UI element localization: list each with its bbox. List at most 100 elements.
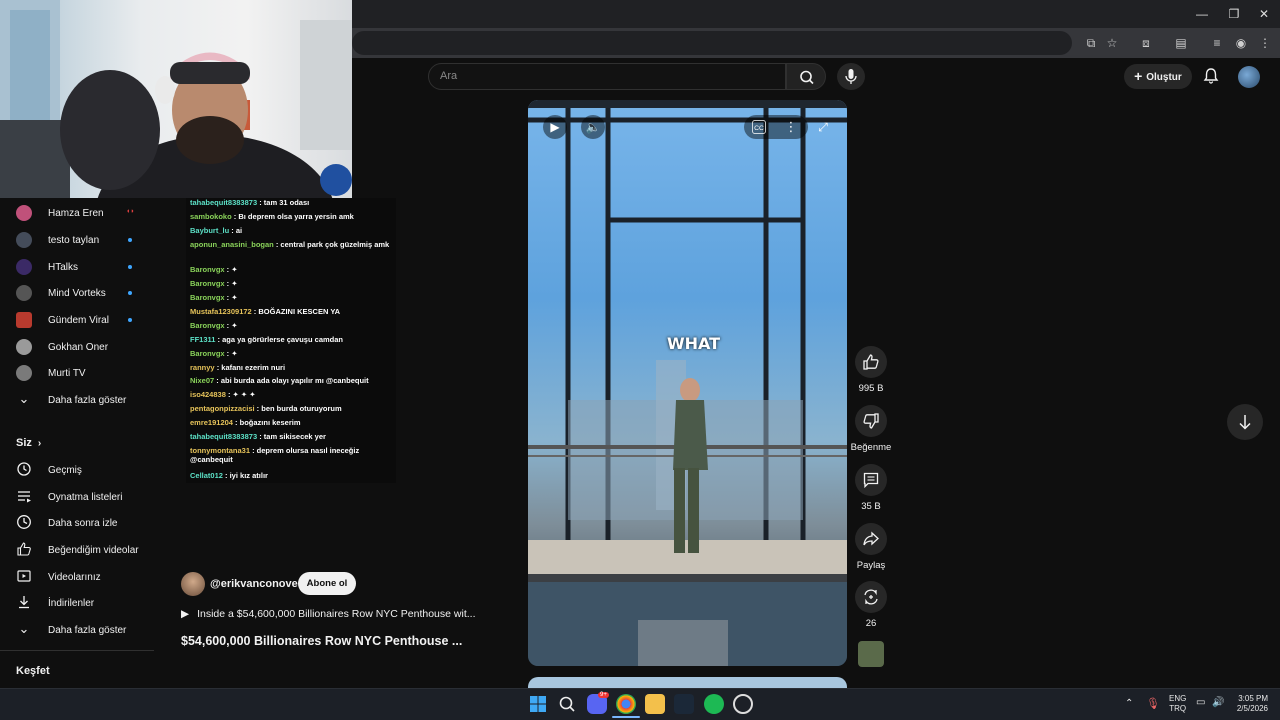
dislike-label: Beğenme — [850, 442, 892, 453]
chat-username[interactable]: Cellat012 — [190, 471, 223, 480]
chat-message: Mustafa12309172 : BOĞAZINI KESCEN YA — [190, 307, 396, 316]
dislike-button[interactable] — [855, 405, 887, 437]
chat-username[interactable]: emre191204 — [190, 418, 233, 427]
search-input[interactable] — [428, 63, 786, 90]
sidebar-item-gundem-viral[interactable]: Gündem Viral — [0, 306, 154, 332]
chevron-down-icon: ⌄ — [18, 391, 30, 406]
address-bar[interactable] — [352, 31, 1072, 55]
chat-username[interactable]: FF1311 — [190, 335, 215, 344]
next-video-button[interactable] — [1227, 404, 1263, 440]
side-panel-icon[interactable]: ▤ — [1172, 34, 1190, 52]
chrome-icon[interactable] — [616, 694, 636, 714]
volume-icon[interactable]: 🔊 — [1212, 697, 1224, 708]
app-icon[interactable] — [733, 694, 753, 714]
create-button[interactable]: + Oluştur — [1124, 64, 1192, 89]
chat-username[interactable]: Baronvgx — [190, 279, 225, 288]
chat-message: Baronvgx : ✦ — [190, 265, 396, 274]
chat-text: : ✦ — [224, 349, 238, 358]
chat-username[interactable]: Nixe07 — [190, 376, 214, 385]
comments-button[interactable] — [855, 464, 887, 496]
channel-avatar — [16, 365, 32, 381]
sound-thumbnail[interactable] — [858, 641, 884, 667]
video-player[interactable] — [528, 100, 847, 666]
clock[interactable]: 3:05 PM 2/5/2026 — [1232, 694, 1268, 714]
restore-icon[interactable]: ❐ — [1222, 4, 1246, 24]
sidebar-item-gokhan-oner[interactable]: Gokhan Oner — [0, 333, 154, 359]
notifications-button[interactable] — [1201, 66, 1221, 86]
sidebar-item-mind-vorteks[interactable]: Mind Vorteks — [0, 279, 154, 305]
browser-menu-icon[interactable]: ⋮ — [1256, 34, 1274, 52]
avatar[interactable] — [1238, 66, 1260, 88]
bookmark-star-icon[interactable]: ☆ — [1103, 34, 1121, 52]
chat-text: : abi burda ada olayı yapılır mı @canbeq… — [214, 376, 369, 385]
minimize-icon[interactable]: — — [1190, 4, 1214, 24]
media-controls-icon[interactable]: ≡ — [1208, 34, 1226, 52]
channel-avatar — [16, 232, 32, 248]
sidebar-item-murti-tv[interactable]: Murti TV — [0, 359, 154, 385]
search-icon[interactable] — [557, 694, 577, 714]
install-app-icon[interactable]: ⧉ — [1082, 34, 1100, 52]
chat-text: : central park çok güzelmiş amk — [273, 240, 390, 249]
windows-start-icon[interactable] — [528, 694, 548, 714]
share-button[interactable] — [855, 523, 887, 555]
you-section-header[interactable]: Siz › — [16, 437, 41, 449]
captions-icon[interactable]: CC — [752, 120, 766, 134]
sidebar-item-label: Daha fazla göster — [48, 395, 127, 406]
sidebar-item-watch-later[interactable]: Daha sonra izle — [0, 509, 154, 535]
browser-profile-icon[interactable]: ◉ — [1232, 34, 1250, 52]
more-options-icon[interactable]: ⋮ — [784, 118, 798, 136]
voice-search-button[interactable] — [837, 63, 865, 90]
channel-avatar — [16, 205, 32, 221]
microphone-icon[interactable]: 🎙 — [1146, 697, 1160, 710]
sidebar-item-liked-videos[interactable]: Beğendiğim videolar — [0, 536, 154, 562]
channel-avatar[interactable] — [181, 572, 205, 596]
chat-username[interactable]: sambokoko — [190, 212, 232, 221]
new-content-dot — [128, 318, 132, 322]
close-icon[interactable]: ✕ — [1252, 4, 1276, 24]
channel-handle[interactable]: @erikvanconover — [210, 578, 302, 590]
chat-username[interactable]: Bayburt_lu — [190, 226, 229, 235]
chat-username[interactable]: tahabequit8383873 — [190, 432, 257, 441]
chat-text: : ✦ ✦ ✦ — [225, 390, 256, 399]
chat-username[interactable]: Baronvgx — [190, 265, 225, 274]
chat-username[interactable]: Baronvgx — [190, 349, 225, 358]
subscribe-button[interactable]: Abone ol — [298, 572, 356, 595]
search-button[interactable] — [786, 63, 826, 90]
chat-username[interactable]: tonnymontana31 — [190, 446, 250, 455]
sidebar-item-history[interactable]: Geçmiş — [0, 456, 154, 482]
volume-icon: 🔈 — [585, 120, 601, 134]
sidebar-item-testo-taylan[interactable]: testo taylan — [0, 226, 154, 252]
chat-text: : BOĞAZINI KESCEN YA — [251, 307, 341, 316]
chat-username[interactable]: iso424838 — [190, 390, 226, 399]
sidebar-item-downloads[interactable]: İndirilenler — [0, 589, 154, 615]
chat-username[interactable]: Mustafa12309172 — [190, 307, 252, 316]
sidebar-item-playlists[interactable]: Oynatma listeleri — [0, 483, 154, 509]
sidebar-item-hamza-eren[interactable]: Hamza Eren ◖◗ — [0, 199, 154, 225]
chat-username[interactable]: rannyy — [190, 363, 215, 372]
chat-username[interactable]: aponun_anasini_bogan — [190, 240, 274, 249]
related-video-link[interactable]: ▶ Inside a $54,600,000 Billionaires Row N… — [181, 608, 476, 620]
chat-message: Baronvgx : ✦ — [190, 349, 396, 358]
show-more-you[interactable]: ⌄ Daha fazla göster — [0, 616, 154, 642]
file-explorer-icon[interactable] — [645, 694, 665, 714]
chat-username[interactable]: Baronvgx — [190, 321, 225, 330]
chat-username[interactable]: Baronvgx — [190, 293, 225, 302]
spotify-icon[interactable] — [704, 694, 724, 714]
network-icon[interactable]: ▭ — [1196, 697, 1205, 708]
sidebar-item-htalks[interactable]: HTalks — [0, 253, 154, 279]
show-more-subscriptions[interactable]: ⌄ Daha fazla göster — [0, 386, 154, 412]
volume-button[interactable]: 🔈 — [581, 115, 605, 139]
chevron-up-icon[interactable]: ⌃ — [1125, 698, 1133, 709]
chat-username[interactable]: pentagonpizzacisi — [190, 404, 255, 413]
sidebar-item-your-videos[interactable]: Videolarınız — [0, 563, 154, 589]
extensions-icon[interactable]: ⧈ — [1137, 34, 1155, 52]
steam-icon[interactable] — [674, 694, 694, 714]
play-button[interactable]: ▶ — [543, 115, 567, 139]
language-indicator[interactable]: ENG TRQ — [1169, 694, 1186, 714]
chat-username[interactable]: tahabequit8383873 — [190, 198, 257, 207]
like-button[interactable] — [855, 346, 887, 378]
chevron-right-icon: › — [37, 438, 42, 449]
chat-message: FF1311 : aga ya görürlerse çavuşu camdan — [190, 335, 396, 344]
remix-button[interactable] — [855, 581, 887, 613]
fullscreen-button[interactable]: ⤢ — [811, 115, 835, 139]
